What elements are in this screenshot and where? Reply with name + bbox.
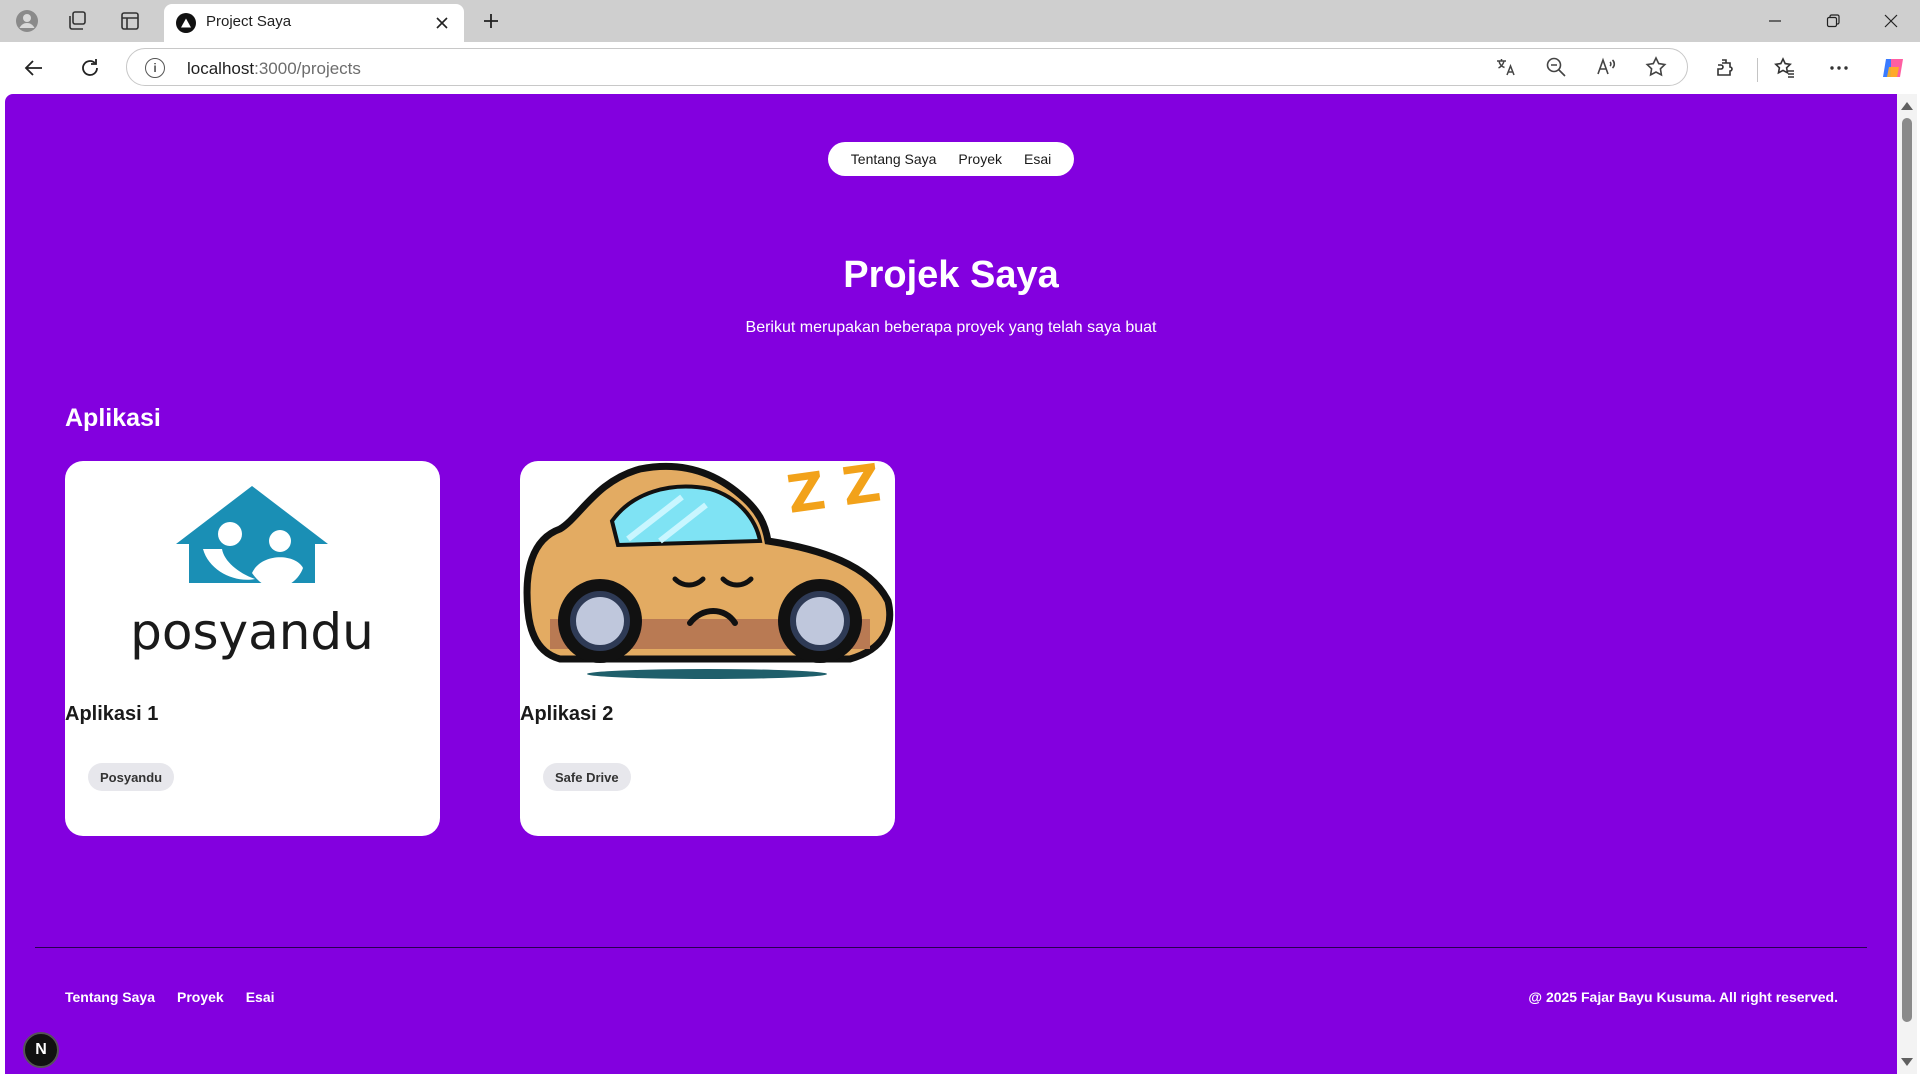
footer-link-proyek[interactable]: Proyek	[177, 989, 224, 1005]
project-tag: Posyandu	[88, 763, 175, 791]
favorites-icon[interactable]	[1770, 53, 1800, 83]
minimize-icon[interactable]	[1746, 0, 1804, 42]
vertical-scrollbar[interactable]	[1897, 94, 1917, 1074]
zoom-out-icon[interactable]	[1541, 52, 1571, 82]
favorite-star-icon[interactable]	[1641, 52, 1671, 82]
posyandu-logo-icon: posyandu	[65, 461, 440, 681]
sleepy-car-icon: Z Z	[520, 461, 895, 681]
page-subtitle: Berikut merupakan beberapa proyek yang t…	[745, 319, 1157, 336]
back-arrow-icon[interactable]	[18, 52, 50, 84]
page-viewport: Tentang Saya Proyek Esai Projek Saya Ber…	[5, 94, 1897, 1074]
section-title: Aplikasi	[65, 404, 161, 432]
translate-icon[interactable]	[1491, 52, 1521, 82]
posyandu-logo-text: posyandu	[130, 603, 374, 661]
url-path: :3000/projects	[254, 59, 361, 78]
scroll-down-arrow-icon[interactable]	[1901, 1058, 1913, 1066]
card-title: Aplikasi 2	[520, 703, 614, 725]
project-tag: Safe Drive	[543, 763, 631, 791]
page-title: Projek Saya	[843, 254, 1059, 296]
project-card-1[interactable]: posyandu Aplikasi 1 Posyandu	[65, 461, 440, 836]
footer-nav: Tentang Saya Proyek Esai	[65, 989, 275, 1005]
restore-icon[interactable]	[1804, 0, 1862, 42]
active-tab[interactable]: Project Saya	[164, 4, 464, 42]
browser-toolbar: i localhost:3000/projects	[0, 42, 1920, 92]
browser-tab-bar: Project Saya	[0, 0, 1920, 42]
more-menu-icon[interactable]	[1824, 53, 1854, 83]
reload-icon[interactable]	[74, 52, 106, 84]
nav-link-esai[interactable]: Esai	[1024, 151, 1051, 167]
project-card-2[interactable]: Z Z Aplikasi 2 Safe Drive	[520, 461, 895, 836]
new-tab-icon[interactable]	[476, 6, 506, 36]
footer-link-tentang-saya[interactable]: Tentang Saya	[65, 989, 155, 1005]
favicon-icon	[176, 13, 196, 33]
footer-link-esai[interactable]: Esai	[246, 989, 275, 1005]
card-title: Aplikasi 1	[65, 703, 159, 725]
read-aloud-icon[interactable]	[1591, 52, 1621, 82]
scrollbar-thumb[interactable]	[1902, 118, 1912, 1022]
tab-title: Project Saya	[206, 13, 292, 30]
url-text[interactable]: localhost:3000/projects	[187, 59, 361, 79]
copilot-icon[interactable]	[1878, 53, 1908, 83]
close-tab-icon[interactable]	[428, 9, 456, 37]
address-bar[interactable]: i localhost:3000/projects	[126, 48, 1688, 86]
copyright-text: @ 2025 Fajar Bayu Kusuma. All right rese…	[1528, 989, 1838, 1005]
top-nav: Tentang Saya Proyek Esai	[828, 142, 1074, 176]
nav-link-tentang-saya[interactable]: Tentang Saya	[851, 151, 937, 167]
nextjs-dev-badge[interactable]: N	[23, 1032, 59, 1068]
footer-divider	[35, 947, 1867, 948]
toolbar-separator	[1757, 58, 1758, 82]
extensions-icon[interactable]	[1710, 53, 1740, 83]
profile-icon[interactable]	[12, 6, 42, 36]
sleep-z-text: Z Z	[783, 461, 884, 526]
tab-actions-icon[interactable]	[115, 6, 145, 36]
scroll-up-arrow-icon[interactable]	[1901, 102, 1913, 110]
nav-link-proyek[interactable]: Proyek	[958, 151, 1002, 167]
close-window-icon[interactable]	[1862, 0, 1920, 42]
site-info-icon[interactable]: i	[145, 58, 165, 78]
workspaces-icon[interactable]	[62, 6, 92, 36]
url-host: localhost	[187, 59, 255, 78]
